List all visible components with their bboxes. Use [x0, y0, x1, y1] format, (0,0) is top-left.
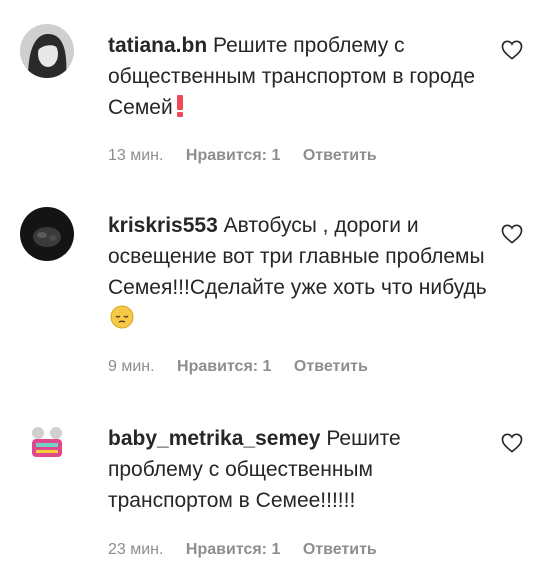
username[interactable]: kriskris553: [108, 214, 218, 237]
comment-meta: 9 мин. Нравится: 1 Ответить: [108, 358, 386, 376]
heart-icon[interactable]: [501, 40, 523, 60]
avatar[interactable]: [20, 207, 74, 261]
avatar[interactable]: [20, 417, 74, 471]
comment-meta: 23 мин. Нравится: 1 Ответить: [108, 541, 395, 559]
avatar[interactable]: [20, 24, 74, 78]
likes-count[interactable]: Нравится: 1: [186, 541, 280, 558]
comment-text: kriskris553 Автобусы , дороги и освещени…: [108, 210, 488, 338]
comment-meta: 13 мин. Нравится: 1 Ответить: [108, 147, 395, 165]
reply-button[interactable]: Ответить: [294, 358, 368, 375]
comment-time[interactable]: 13 мин.: [108, 147, 163, 164]
comment-time[interactable]: 23 мин.: [108, 541, 163, 558]
pensive-face-icon: [110, 305, 134, 338]
heart-icon[interactable]: [501, 433, 523, 453]
likes-count[interactable]: Нравится: 1: [186, 147, 280, 164]
comment-text: baby_metrika_semey Решите проблему с общ…: [108, 423, 488, 516]
red-exclamation-icon: [175, 94, 185, 127]
username[interactable]: baby_metrika_semey: [108, 427, 320, 450]
heart-icon[interactable]: [501, 224, 523, 244]
reply-button[interactable]: Ответить: [303, 541, 377, 558]
likes-count[interactable]: Нравится: 1: [177, 358, 271, 375]
reply-button[interactable]: Ответить: [303, 147, 377, 164]
comment-time[interactable]: 9 мин.: [108, 358, 155, 375]
comment-text: tatiana.bn Решите проблему с общественны…: [108, 30, 488, 127]
username[interactable]: tatiana.bn: [108, 34, 207, 57]
